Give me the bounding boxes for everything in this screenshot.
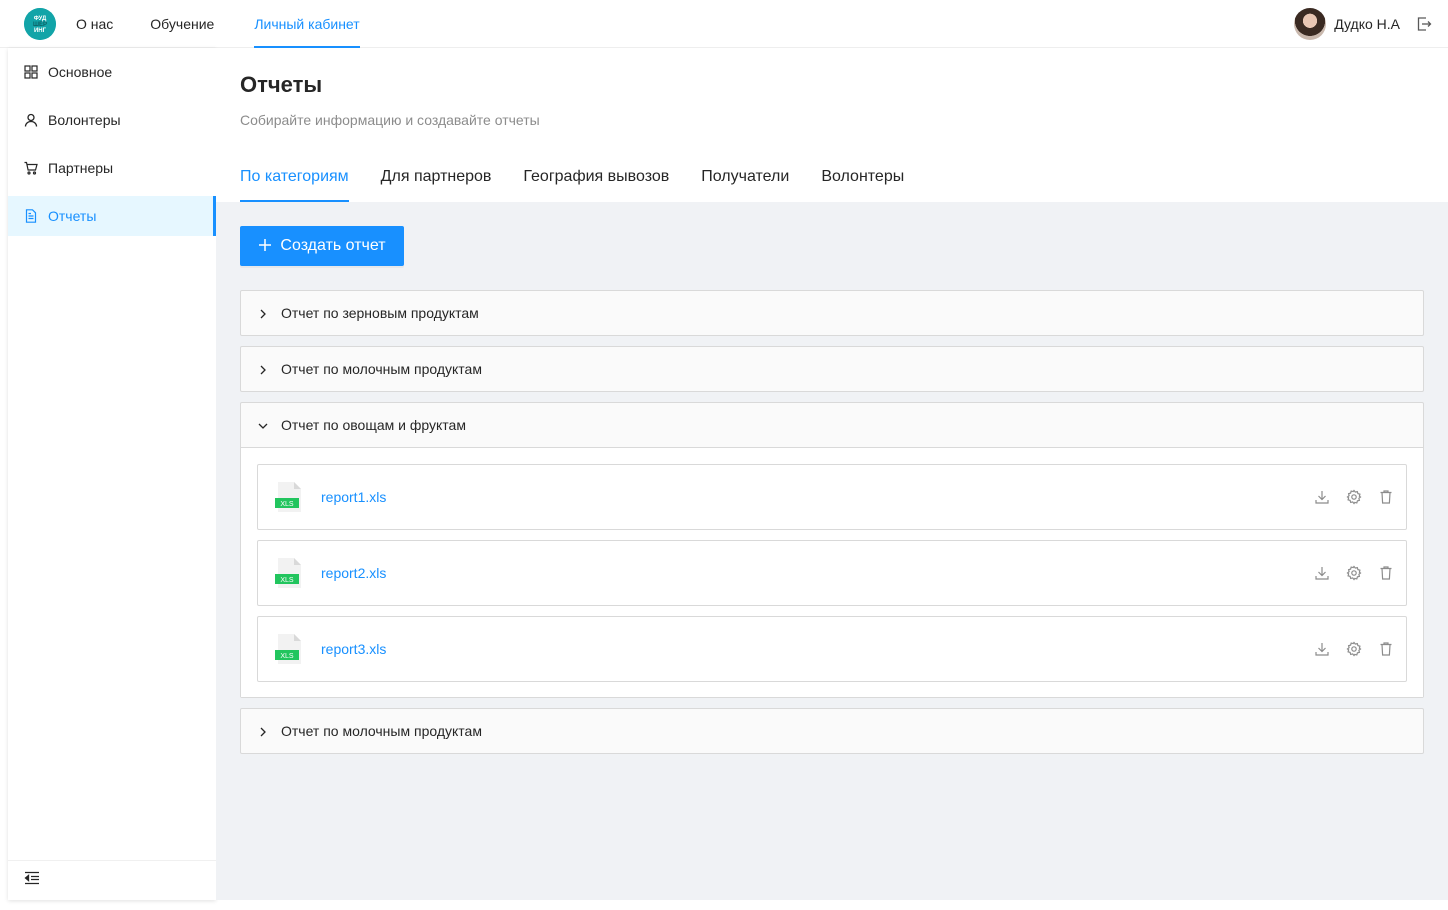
download-icon[interactable] [1314,565,1330,581]
dashboard-icon [24,65,38,79]
report-panel: Отчет по зерновым продуктам [240,290,1424,336]
tab-volunteers[interactable]: Волонтеры [821,156,904,202]
menu-fold-icon[interactable] [24,871,40,890]
main-content: Создать отчет Отчет по зерновым продукта… [216,202,1448,900]
file-row: XLS report2.xls [257,540,1407,606]
top-nav: О нас Обучение Личный кабинет [60,0,361,48]
create-report-label: Создать отчет [280,237,386,254]
chevron-right-icon [257,307,269,319]
file-actions [1314,641,1394,657]
sidebar-item-volunteers[interactable]: Волонтеры [8,100,216,140]
panel-header[interactable]: Отчет по зерновым продуктам [241,291,1423,335]
chevron-right-icon [257,363,269,375]
page-title: Отчеты [240,72,323,97]
panel-title: Отчет по овощам и фруктам [281,417,466,433]
topnav-about[interactable]: О нас [60,0,125,48]
user-menu[interactable]: Дудко Н.А [1294,8,1432,40]
file-name-link[interactable]: report1.xls [321,489,386,505]
file-row: XLS report1.xls [257,464,1407,530]
tab-recipients[interactable]: Получатели [701,156,789,202]
panel-header[interactable]: Отчет по овощам и фруктам [241,403,1423,447]
cart-icon [24,161,38,175]
user-name[interactable]: Дудко Н.А [1334,16,1400,32]
file-name-link[interactable]: report3.xls [321,641,386,657]
logo-emblem: ФУД ШЕР ИНГ [24,8,56,40]
xls-file-icon: XLS [274,557,304,589]
xls-badge: XLS [280,501,294,508]
chevron-right-icon [257,725,269,737]
top-navbar: ФУД ШЕР ИНГ О нас Обучение Личный кабине… [0,0,1448,48]
chevron-down-icon [257,419,269,431]
report-panel-expanded: Отчет по овощам и фруктам XLS report1.xl… [240,402,1424,698]
logo[interactable]: ФУД ШЕР ИНГ [24,8,56,40]
tab-for-partners[interactable]: Для партнеров [381,156,492,202]
plus-icon [258,236,272,256]
settings-icon[interactable] [1346,489,1362,505]
file-actions [1314,489,1394,505]
sidebar-item-label: Волонтеры [48,112,121,128]
user-icon [24,113,38,127]
download-icon[interactable] [1314,641,1330,657]
report-panel: Отчет по молочным продуктам [240,346,1424,392]
sidebar-item-label: Партнеры [48,160,114,176]
file-row: XLS report3.xls [257,616,1407,682]
collapse-sidebar-button[interactable] [8,860,216,900]
logout-icon[interactable] [1416,16,1432,32]
download-icon[interactable] [1314,489,1330,505]
panel-body: XLS report1.xls XLS report2.xls XLS repo… [241,447,1423,697]
delete-icon[interactable] [1378,489,1394,505]
sidebar: Основное Волонтеры Партнеры Отчеты [8,48,216,900]
settings-icon[interactable] [1346,641,1362,657]
avatar[interactable] [1294,8,1327,40]
sidebar-item-main[interactable]: Основное [8,52,216,92]
topnav-account[interactable]: Личный кабинет [230,0,361,48]
sidebar-item-reports[interactable]: Отчеты [8,196,216,236]
panel-header[interactable]: Отчет по молочным продуктам [241,709,1423,753]
topnav-learning[interactable]: Обучение [125,0,230,48]
panel-header[interactable]: Отчет по молочным продуктам [241,347,1423,391]
xls-file-icon: XLS [274,633,304,665]
panel-title: Отчет по молочным продуктам [281,723,482,739]
delete-icon[interactable] [1378,641,1394,657]
xls-file-icon: XLS [274,481,304,513]
file-actions [1314,565,1394,581]
svg-text:ИНГ: ИНГ [34,28,47,34]
report-panel: Отчет по молочным продуктам [240,708,1424,754]
page-subtitle: Собирайте информацию и создавайте отчеты [240,112,540,128]
settings-icon[interactable] [1346,565,1362,581]
delete-icon[interactable] [1378,565,1394,581]
tab-by-categories[interactable]: По категориям [240,156,349,202]
sidebar-item-label: Основное [48,64,113,80]
report-tabs: По категориям Для партнеров География вы… [240,156,936,202]
file-name-link[interactable]: report2.xls [321,565,386,581]
page-header: Отчеты Собирайте информацию и создавайте… [216,48,1448,202]
xls-badge: XLS [280,577,294,584]
file-icon [24,209,38,223]
panel-title: Отчет по зерновым продуктам [281,305,479,321]
panel-title: Отчет по молочным продуктам [281,361,482,377]
create-report-button[interactable]: Создать отчет [240,226,404,266]
sidebar-item-partners[interactable]: Партнеры [8,148,216,188]
xls-badge: XLS [280,653,294,660]
tab-pickup-geography[interactable]: География вывозов [523,156,669,202]
sidebar-item-label: Отчеты [48,208,97,224]
